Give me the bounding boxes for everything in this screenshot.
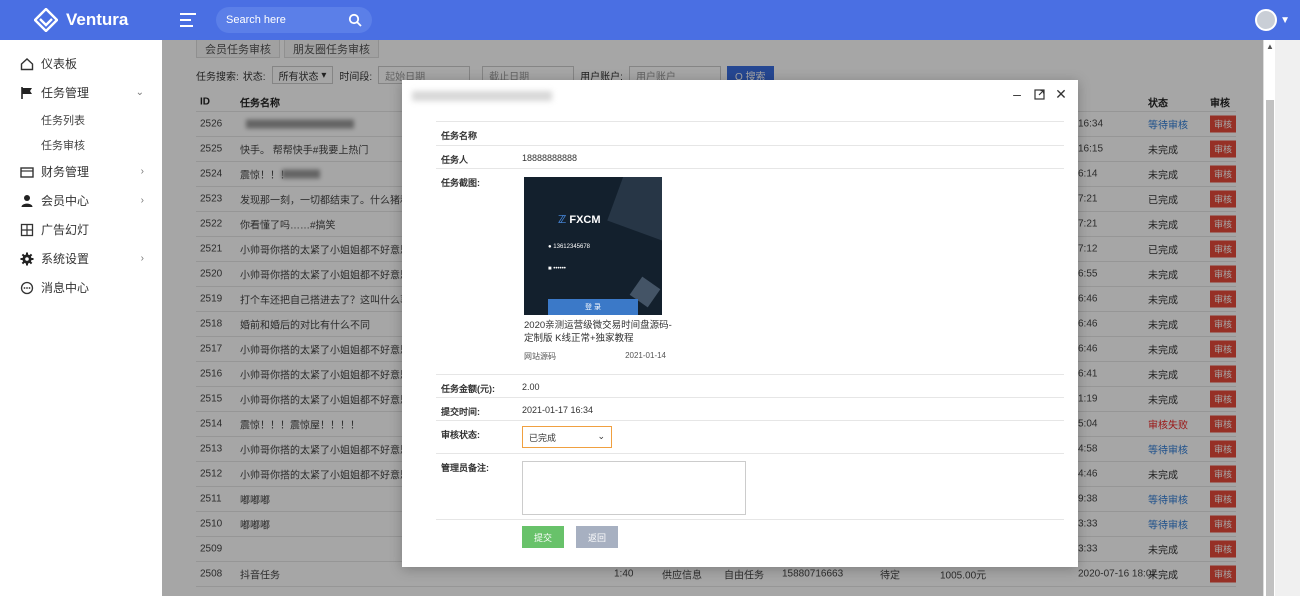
task-user-row: 任务人 18888888888 — [436, 145, 1064, 168]
submit-time-row: 提交时间: 2021-01-17 16:34 — [436, 397, 1064, 420]
admin-note-textarea[interactable] — [522, 461, 746, 515]
grid-icon — [20, 223, 34, 237]
screenshot-caption[interactable]: 2020亲测运营级微交易时间盘源码-定制版 K线正常+独家教程 — [524, 319, 672, 345]
screenshot-password-field: ■ •••••• — [548, 263, 644, 275]
top-bar: Ventura Search here ▼ — [0, 0, 1300, 40]
modal-controls: – ✕ — [1010, 86, 1068, 103]
modal-header: – ✕ — [402, 80, 1078, 110]
decorative-shape — [607, 177, 662, 242]
modal-title-redacted — [412, 91, 552, 101]
screenshot-phone-field: ● 13612345678 — [548, 241, 644, 253]
screenshot-logo: ℤ FXCM — [558, 214, 601, 226]
home-icon — [20, 57, 34, 71]
screenshot-phone-value: 13612345678 — [553, 244, 591, 250]
sidebar-item-label: 消息中心 — [41, 281, 90, 295]
chat-icon — [20, 281, 34, 295]
back-button[interactable]: 返回 — [576, 526, 618, 548]
review-status-value: 已完成 — [529, 432, 557, 443]
screenshot-row: 任务截图: ℤ FXCM ● 13612345678 ■ •••••• 登 录 … — [436, 168, 1064, 374]
chevron-right-icon: › — [140, 195, 144, 206]
chevron-right-icon: › — [140, 166, 144, 177]
menu-toggle-icon[interactable] — [180, 13, 196, 27]
screenshot-logo-text: FXCM — [569, 214, 601, 226]
screenshot-login-button: 登 录 — [548, 299, 638, 315]
scroll-up-icon[interactable]: ▲ — [1266, 42, 1274, 51]
gear-icon — [20, 252, 34, 266]
sidebar-item-label: 仪表板 — [41, 57, 78, 71]
sidebar-item-ads[interactable]: 广告幻灯 — [0, 215, 162, 244]
task-name-label: 任务名称 — [441, 131, 478, 141]
submit-button[interactable]: 提交 — [522, 526, 564, 548]
screenshot-password-value: •••••• — [553, 266, 566, 272]
sidebar-item-label: 任务管理 — [41, 86, 90, 100]
task-user-value: 18888888888 — [522, 153, 578, 163]
sidebar-item-messages[interactable]: 消息中心 — [0, 273, 162, 302]
review-status-row: 审核状态: 已完成 ⌄ — [436, 420, 1064, 453]
brand[interactable]: Ventura — [0, 8, 162, 32]
search-input[interactable]: Search here — [226, 14, 348, 26]
amount-label: 任务金额(元): — [441, 384, 495, 394]
task-name-row: 任务名称 — [436, 121, 1064, 145]
chevron-down-icon: ⌄ — [597, 431, 605, 441]
admin-note-label: 管理员备注: — [441, 463, 489, 473]
sidebar-item-label: 广告幻灯 — [41, 223, 90, 237]
amount-row: 任务金额(元): 2.00 — [436, 374, 1064, 397]
amount-value: 2.00 — [522, 382, 540, 392]
screenshot-source: 网站源码 — [524, 352, 556, 361]
task-screenshot-image[interactable]: ℤ FXCM ● 13612345678 ■ •••••• 登 录 — [524, 177, 662, 315]
user-menu[interactable]: ▼ — [1255, 9, 1290, 31]
minimize-icon[interactable]: – — [1010, 86, 1024, 102]
task-review-modal: – ✕ 任务名称 任务人 18888888888 任务截图: ℤ FXCM ● … — [402, 80, 1078, 567]
sidebar-item-finance[interactable]: 财务管理 › — [0, 157, 162, 186]
chevron-down-icon[interactable]: ▼ — [1280, 15, 1290, 26]
close-icon[interactable]: ✕ — [1054, 86, 1068, 102]
review-status-select[interactable]: 已完成 ⌄ — [522, 426, 612, 448]
brand-name: Ventura — [66, 10, 129, 29]
sidebar: 仪表板 任务管理 ⌄ 任务列表 任务审核 财务管理 › 会员中心 › 广告幻灯 … — [0, 40, 162, 596]
sidebar-item-label: 会员中心 — [41, 194, 90, 208]
modal-actions: 提交 返回 — [436, 519, 1064, 553]
sidebar-item-settings[interactable]: 系统设置 › — [0, 244, 162, 273]
page-scrollbar[interactable]: ▲ — [1263, 40, 1300, 596]
avatar[interactable] — [1255, 9, 1278, 31]
search-box[interactable]: Search here — [216, 7, 372, 33]
scrollbar-track[interactable]: ▲ — [1263, 40, 1275, 596]
wallet-icon — [20, 165, 34, 179]
sidebar-item-label: 系统设置 — [41, 252, 90, 266]
scrollbar-thumb[interactable] — [1266, 100, 1274, 596]
search-icon[interactable] — [348, 13, 362, 27]
screenshot-label: 任务截图: — [441, 178, 480, 188]
screenshot-meta: 网站源码 2021-01-14 — [524, 351, 666, 362]
submit-time-label: 提交时间: — [441, 407, 480, 417]
review-status-label: 审核状态: — [441, 430, 480, 440]
logo-icon — [34, 8, 58, 32]
side-handle — [0, 430, 14, 444]
task-user-label: 任务人 — [441, 155, 469, 165]
sidebar-item-members[interactable]: 会员中心 › — [0, 186, 162, 215]
sidebar-subitem-task-list[interactable]: 任务列表 — [0, 107, 162, 132]
sidebar-item-task-management[interactable]: 任务管理 ⌄ — [0, 78, 162, 107]
chevron-down-icon: ⌄ — [135, 87, 144, 98]
sidebar-item-label: 财务管理 — [41, 165, 90, 179]
submit-time-value: 2021-01-17 16:34 — [522, 405, 594, 415]
maximize-icon[interactable] — [1032, 86, 1046, 102]
sidebar-item-dashboard[interactable]: 仪表板 — [0, 49, 162, 78]
chevron-right-icon: › — [140, 253, 144, 264]
screenshot-date: 2021-01-14 — [625, 351, 666, 360]
sidebar-subitem-task-review[interactable]: 任务审核 — [0, 132, 162, 157]
admin-note-row: 管理员备注: — [436, 453, 1064, 519]
user-icon — [20, 194, 34, 208]
flag-icon — [20, 86, 34, 100]
